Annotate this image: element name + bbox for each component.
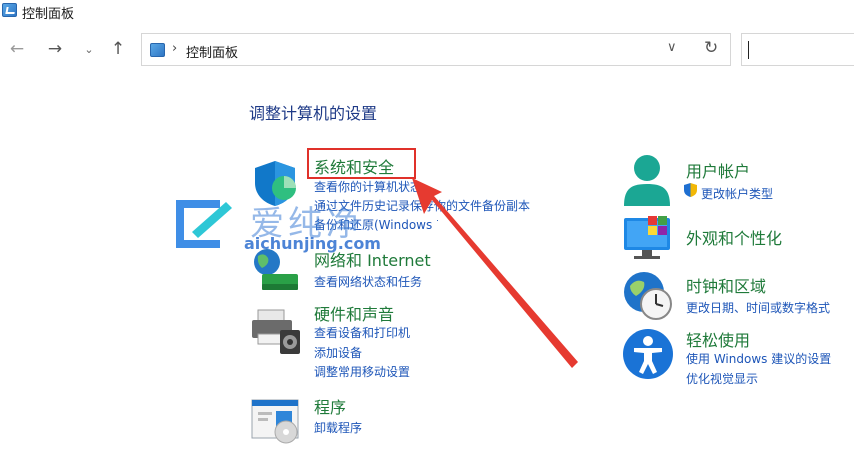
link-view-computer-status[interactable]: 查看你的计算机状态 — [314, 178, 422, 195]
refresh-button[interactable]: ↻ — [704, 38, 718, 58]
link-mobility-settings[interactable]: 调整常用移动设置 — [314, 363, 410, 380]
category-clock-region[interactable]: 时钟和区域 — [686, 273, 766, 297]
link-devices-printers[interactable]: 查看设备和打印机 — [314, 324, 410, 341]
text-caret — [748, 41, 749, 59]
back-button[interactable]: ← — [6, 38, 28, 60]
link-change-date-time-format[interactable]: 更改日期、时间或数字格式 — [686, 299, 830, 316]
category-user-accounts[interactable]: 用户帐户 — [686, 158, 750, 182]
address-dropdown-button[interactable]: ∨ — [667, 40, 677, 55]
refresh-icon: ↻ — [704, 38, 719, 58]
breadcrumb-chevron-icon[interactable]: › — [172, 41, 177, 56]
chevron-down-icon: ∨ — [667, 40, 677, 55]
link-add-device[interactable]: 添加设备 — [314, 344, 362, 361]
forward-button[interactable]: → — [44, 38, 66, 60]
title-bar: 控制面板 — [0, 0, 854, 22]
link-uninstall-program[interactable]: 卸载程序 — [314, 419, 362, 436]
user-account-icon[interactable] — [622, 152, 672, 208]
breadcrumb-control-panel[interactable]: 控制面板 — [186, 42, 238, 61]
category-hardware-sound[interactable]: 硬件和声音 — [314, 301, 394, 325]
up-button[interactable]: ↑ — [107, 38, 129, 60]
printer-speaker-icon[interactable] — [250, 308, 304, 356]
programs-icon[interactable] — [250, 398, 302, 444]
arrow-right-icon: → — [47, 39, 63, 59]
watermark-url: aichunjing.com — [244, 234, 381, 253]
control-panel-icon — [2, 3, 17, 17]
watermark-logo — [176, 200, 232, 248]
uac-shield-icon — [684, 183, 697, 197]
link-change-account-type[interactable]: 更改帐户类型 — [701, 185, 773, 202]
clock-globe-icon[interactable] — [622, 270, 674, 322]
link-optimize-visual-display[interactable]: 优化视觉显示 — [686, 370, 758, 387]
page-heading: 调整计算机的设置 — [249, 104, 378, 123]
accessibility-icon[interactable] — [622, 328, 674, 380]
link-recommended-settings[interactable]: 使用 Windows 建议的设置 — [686, 350, 831, 367]
category-programs[interactable]: 程序 — [314, 394, 346, 418]
chevron-down-icon: ⌄ — [84, 42, 94, 56]
arrow-left-icon: ← — [9, 39, 25, 59]
appearance-monitor-icon[interactable] — [622, 214, 674, 262]
category-ease-of-access[interactable]: 轻松使用 — [686, 327, 750, 351]
highlight-box — [307, 148, 416, 179]
arrow-up-icon: ↑ — [110, 39, 126, 59]
search-input[interactable] — [741, 33, 854, 66]
address-bar[interactable]: › 控制面板 ∨ ↻ — [141, 33, 731, 66]
control-panel-icon — [150, 43, 165, 57]
window-title: 控制面板 — [22, 7, 75, 22]
link-network-status[interactable]: 查看网络状态和任务 — [314, 273, 422, 290]
recent-locations-button[interactable]: ⌄ — [78, 38, 100, 60]
network-globe-icon[interactable] — [250, 246, 302, 294]
category-appearance-personalization[interactable]: 外观和个性化 — [686, 225, 782, 249]
